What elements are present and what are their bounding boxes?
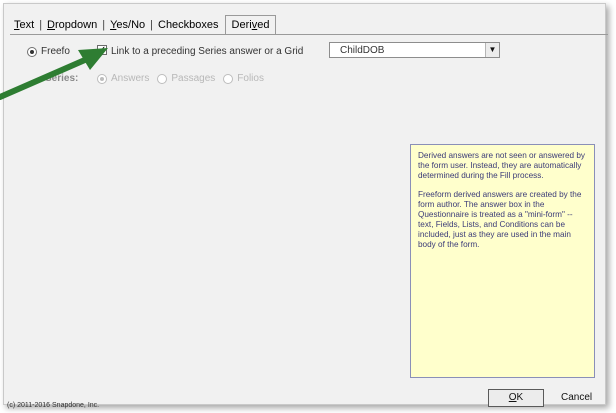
- tab-dropdown[interactable]: Dropdown: [43, 17, 101, 34]
- info-paragraph: Derived answers are not seen or answered…: [418, 151, 586, 180]
- series-option-folios-label: Folios: [237, 73, 264, 84]
- series-field-dropdown[interactable]: ChildDOB ▼: [329, 42, 500, 58]
- tab-derived[interactable]: Derived: [224, 15, 277, 35]
- series-option-passages-radio[interactable]: [157, 73, 168, 84]
- series-option-passages[interactable]: Passages: [157, 73, 215, 84]
- series-option-answers-label: Answers: [111, 73, 150, 84]
- series-option-folios-radio[interactable]: [223, 73, 234, 84]
- tab-divider: [10, 34, 608, 35]
- freeform-radio-label: Freefo: [41, 46, 70, 57]
- link-series-checkbox-label[interactable]: Link to a preceding Series answer or a G…: [111, 46, 303, 57]
- cancel-button[interactable]: Cancel: [561, 392, 592, 403]
- tab-bar: Text | Dropdown | Yes/No | Checkboxes De…: [10, 14, 277, 35]
- series-option-answers-radio[interactable]: [97, 73, 107, 84]
- tab-text[interactable]: Text: [10, 17, 38, 34]
- chevron-down-icon[interactable]: ▼: [485, 43, 499, 57]
- ok-button-label: K: [516, 392, 524, 403]
- info-panel: Derived answers are not seen or answered…: [410, 144, 595, 378]
- series-field-dropdown-value: ChildDOB: [340, 45, 385, 56]
- ok-button-mnemonic: O: [508, 392, 517, 403]
- copyright-text: (c) 2011-2016 Snapdone, Inc.: [7, 402, 100, 409]
- link-series-checkbox[interactable]: ✓: [97, 45, 107, 56]
- tab-dropdown-mnemonic: D: [47, 19, 55, 31]
- freeform-radio[interactable]: Freefo: [27, 46, 70, 57]
- info-paragraph: Freeform derived answers are created by …: [418, 190, 582, 249]
- tab-yes-no[interactable]: Yes/No: [106, 17, 149, 34]
- series-option-folios[interactable]: Folios: [223, 73, 264, 84]
- freeform-radio-button[interactable]: [27, 46, 37, 57]
- series-options: Answers Passages Folios: [97, 73, 272, 84]
- series-label: Series:: [45, 73, 79, 84]
- series-option-passages-label: Passages: [171, 73, 216, 84]
- tab-checkboxes[interactable]: Checkboxes: [154, 17, 223, 34]
- ok-button[interactable]: OK: [488, 389, 544, 407]
- series-option-answers[interactable]: Answers: [97, 73, 149, 84]
